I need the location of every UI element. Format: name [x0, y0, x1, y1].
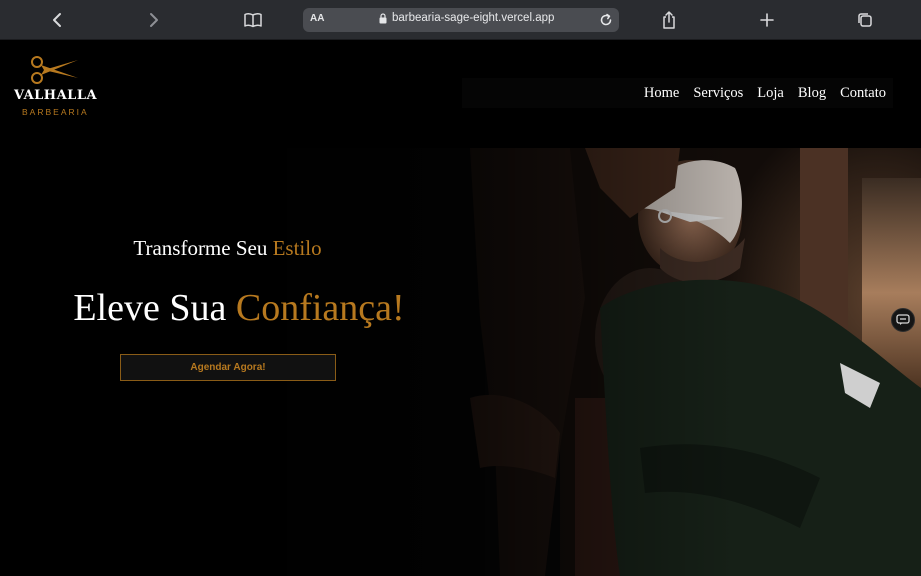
back-icon — [53, 13, 61, 27]
logo-subtitle: BARBEARIA — [22, 107, 89, 117]
hero-headline-white: Eleve Sua — [73, 287, 227, 329]
share-icon — [663, 11, 675, 29]
nav-item-contato[interactable]: Contato — [840, 85, 886, 102]
browser-toolbar: AA barbearia-sage-eight.vercel.app — [0, 0, 921, 40]
share-button[interactable] — [655, 6, 683, 34]
hero-subtitle: Transforme Seu Estilo — [0, 236, 455, 261]
chat-widget-icon — [896, 314, 910, 325]
bookmarks-button[interactable] — [239, 6, 267, 34]
hero-headline-gold: Confiança! — [235, 287, 405, 329]
new-tab-button[interactable] — [753, 6, 781, 34]
forward-icon — [150, 13, 158, 27]
address-bar[interactable]: AA barbearia-sage-eight.vercel.app — [303, 8, 619, 32]
lock-icon — [379, 12, 387, 23]
nav-item-home[interactable]: Home — [644, 85, 679, 102]
hero-subtitle-white: Transforme Seu — [133, 236, 268, 260]
nav-item-loja[interactable]: Loja — [757, 85, 784, 102]
nav-item-servicos[interactable]: Serviços — [693, 85, 743, 102]
site-logo[interactable]: VALHALLA BARBEARIA — [12, 54, 98, 120]
reader-aa-button[interactable]: AA — [310, 13, 324, 24]
site-header: VALHALLA BARBEARIA Home Serviços Loja Bl… — [0, 40, 921, 148]
hero-section: Transforme Seu Estilo Eleve Sua Confianç… — [0, 148, 921, 576]
logo-name: VALHALLA — [14, 88, 98, 103]
back-button[interactable] — [43, 6, 71, 34]
nav-item-blog[interactable]: Blog — [798, 85, 826, 102]
reload-icon[interactable] — [598, 12, 614, 28]
hero-headline: Eleve Sua Confiança! — [0, 286, 478, 330]
bookmarks-icon — [244, 13, 262, 28]
scissors-icon — [31, 56, 78, 84]
tabs-overview-button[interactable] — [851, 6, 879, 34]
url-text: barbearia-sage-eight.vercel.app — [392, 12, 555, 24]
book-now-button[interactable]: Agendar Agora! — [120, 354, 336, 381]
hero-subtitle-gold: Estilo — [272, 236, 322, 260]
tabs-icon — [858, 13, 872, 27]
forward-button[interactable] — [140, 6, 168, 34]
new-tab-icon — [760, 13, 774, 27]
chat-widget-button[interactable] — [891, 308, 915, 332]
main-nav: Home Serviços Loja Blog Contato — [462, 78, 893, 108]
